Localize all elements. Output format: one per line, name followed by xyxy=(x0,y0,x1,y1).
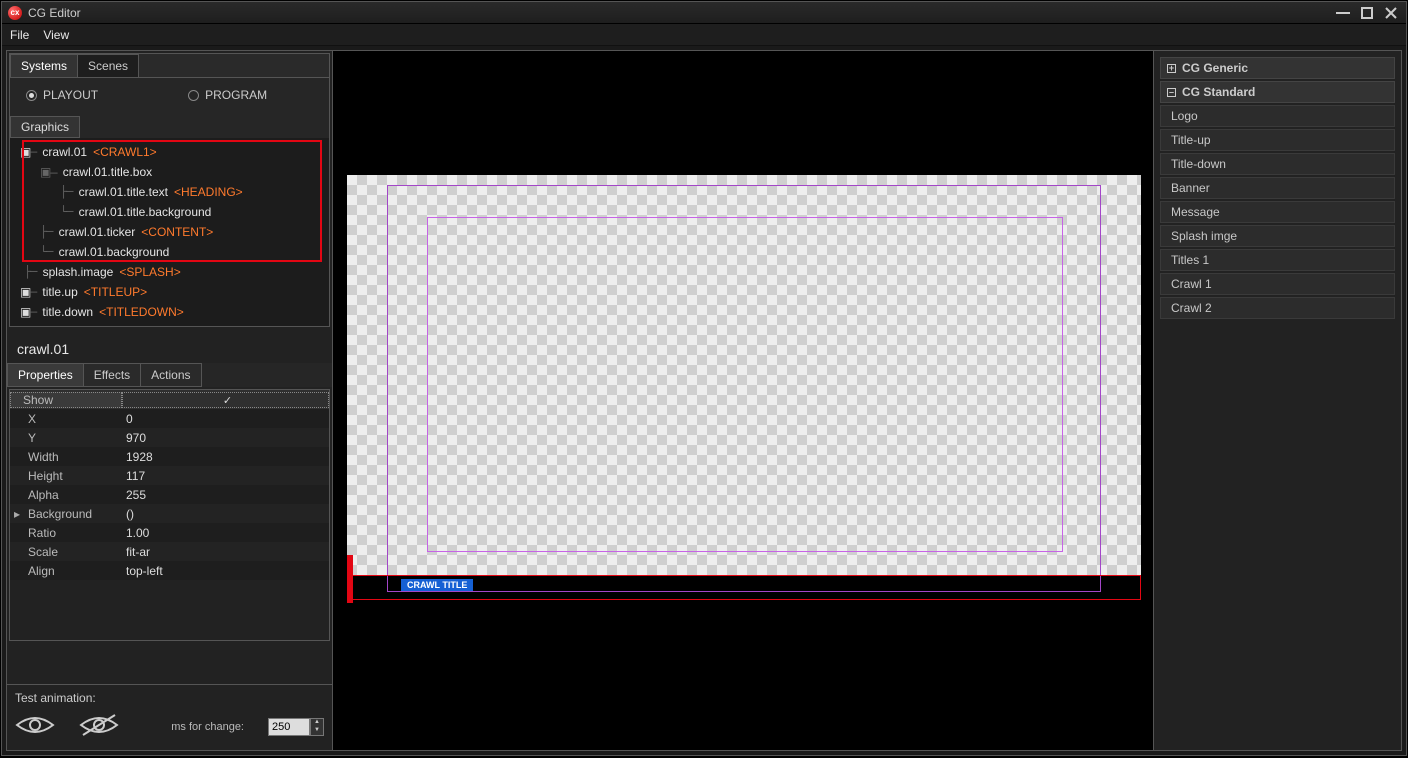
preset-crawl1[interactable]: Crawl 1 xyxy=(1160,273,1395,295)
tree-item-titlebox[interactable]: ▣— crawl.01.title.box xyxy=(10,162,329,182)
title-bar: cx CG Editor xyxy=(2,2,1406,24)
prop-scale-value[interactable]: fit-ar xyxy=(122,545,329,559)
app-icon: cx xyxy=(8,6,22,20)
prop-scale-key: Scale xyxy=(10,545,122,559)
eye-show-icon[interactable] xyxy=(15,713,55,740)
check-icon xyxy=(223,393,233,403)
tab-properties[interactable]: Properties xyxy=(7,363,84,387)
prop-show-value[interactable] xyxy=(122,392,329,408)
minus-icon xyxy=(1167,88,1176,97)
menu-bar: File View xyxy=(2,24,1406,46)
prop-ratio-value[interactable]: 1.00 xyxy=(122,526,329,540)
graphics-tree: ▣ — crawl.01 <CRAWL1> ▣— crawl.01.title.… xyxy=(10,138,329,326)
group-cg-standard[interactable]: CG Standard xyxy=(1160,81,1395,103)
group-cg-generic[interactable]: CG Generic xyxy=(1160,57,1395,79)
prop-ratio-key: Ratio xyxy=(10,526,122,540)
test-animation-title: Test animation: xyxy=(15,691,324,705)
radio-program-label: PROGRAM xyxy=(205,88,267,102)
safe-area-inner xyxy=(427,217,1063,552)
left-panel: Systems Scenes PLAYOUT PROGRAM Graphics … xyxy=(7,51,333,750)
tree-item-ticker[interactable]: ├─ crawl.01.ticker <CONTENT> xyxy=(10,222,329,242)
prop-y-value[interactable]: 970 xyxy=(122,431,329,445)
prop-width-key: Width xyxy=(10,450,122,464)
canvas-area[interactable]: CRAWL TITLE xyxy=(333,51,1153,750)
preset-title-up[interactable]: Title-up xyxy=(1160,129,1395,151)
expand-icon[interactable]: ▣ xyxy=(20,285,30,300)
preset-logo[interactable]: Logo xyxy=(1160,105,1395,127)
window-title: CG Editor xyxy=(28,6,81,20)
prop-x-value[interactable]: 0 xyxy=(122,412,329,426)
eye-hide-icon[interactable] xyxy=(79,713,119,740)
prop-y-key: Y xyxy=(10,431,122,445)
tree-item-titledown[interactable]: ▣ — title.down <TITLEDOWN> xyxy=(10,302,329,322)
tree-item-crawl01[interactable]: ▣ — crawl.01 <CRAWL1> xyxy=(10,142,329,162)
tree-item-titletext[interactable]: ├─ crawl.01.title.text <HEADING> xyxy=(10,182,329,202)
tree-item-titlebg[interactable]: └─ crawl.01.title.background xyxy=(10,202,329,222)
preset-title-down[interactable]: Title-down xyxy=(1160,153,1395,175)
tab-graphics[interactable]: Graphics xyxy=(10,116,80,138)
properties-table: Show X0 Y970 Width1928 Height117 Alpha25… xyxy=(9,389,330,641)
preset-banner[interactable]: Banner xyxy=(1160,177,1395,199)
chevron-right-icon[interactable]: ▸ xyxy=(10,507,24,521)
prop-alpha-value[interactable]: 255 xyxy=(122,488,329,502)
chevron-down-icon[interactable]: ▼ xyxy=(311,727,323,735)
preset-splash[interactable]: Splash imge xyxy=(1160,225,1395,247)
prop-x-key: X xyxy=(10,412,122,426)
ms-label: ms for change: xyxy=(171,721,244,733)
menu-view[interactable]: View xyxy=(43,28,69,42)
selection-handle[interactable] xyxy=(347,555,353,603)
tab-systems[interactable]: Systems xyxy=(10,54,78,77)
expand-icon[interactable]: ▣ xyxy=(20,305,30,320)
expand-icon[interactable]: ▣ xyxy=(20,145,30,160)
ms-input[interactable] xyxy=(268,718,310,736)
prop-width-value[interactable]: 1928 xyxy=(122,450,329,464)
ms-spinner[interactable]: ▲▼ xyxy=(310,718,324,736)
minimize-button[interactable] xyxy=(1334,6,1352,20)
radio-program[interactable]: PROGRAM xyxy=(188,88,267,102)
tree-item-crawlbg[interactable]: └─ crawl.01.background xyxy=(10,242,329,262)
tab-scenes[interactable]: Scenes xyxy=(77,54,139,77)
tab-effects[interactable]: Effects xyxy=(83,363,141,387)
prop-align-value[interactable]: top-left xyxy=(122,564,329,578)
prop-alpha-key: Alpha xyxy=(10,488,122,502)
preset-titles1[interactable]: Titles 1 xyxy=(1160,249,1395,271)
preset-message[interactable]: Message xyxy=(1160,201,1395,223)
prop-height-value[interactable]: 117 xyxy=(122,469,329,483)
chevron-up-icon[interactable]: ▲ xyxy=(311,719,323,727)
preset-crawl2[interactable]: Crawl 2 xyxy=(1160,297,1395,319)
right-panel: CG Generic CG Standard Logo Title-up Tit… xyxy=(1153,51,1401,750)
prop-bg-key: Background xyxy=(24,507,122,521)
menu-file[interactable]: File xyxy=(10,28,29,42)
plus-icon xyxy=(1167,64,1176,73)
prop-show-key: Show xyxy=(10,392,122,408)
crawl-title-label: CRAWL TITLE xyxy=(401,579,473,591)
close-button[interactable] xyxy=(1382,6,1400,20)
tab-actions[interactable]: Actions xyxy=(140,363,201,387)
maximize-button[interactable] xyxy=(1358,6,1376,20)
prop-align-key: Align xyxy=(10,564,122,578)
tree-item-titleup[interactable]: ▣ — title.up <TITLEUP> xyxy=(10,282,329,302)
selected-node-label: crawl.01 xyxy=(7,329,332,363)
prop-bg-value[interactable]: () xyxy=(122,507,329,521)
radio-playout[interactable]: PLAYOUT xyxy=(26,88,98,102)
radio-playout-label: PLAYOUT xyxy=(43,88,98,102)
tree-item-splash[interactable]: ├─ splash.image <SPLASH> xyxy=(10,262,329,282)
prop-height-key: Height xyxy=(10,469,122,483)
test-animation-panel: Test animation: ms for change: ▲▼ xyxy=(7,684,332,750)
